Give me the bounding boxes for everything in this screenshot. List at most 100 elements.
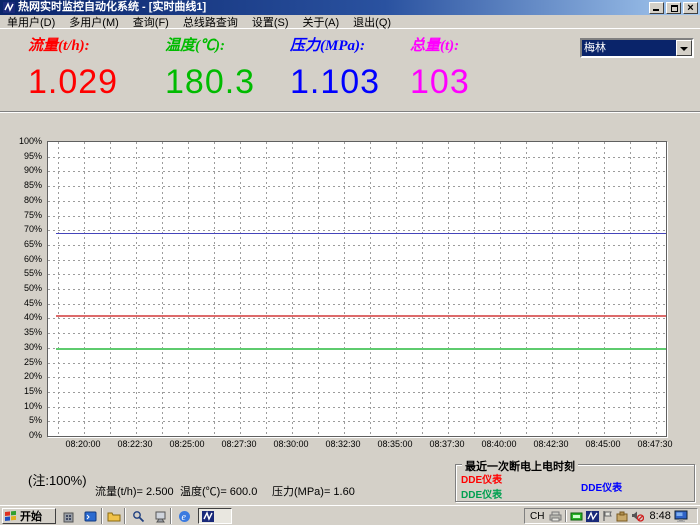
vertical-gridline — [344, 142, 345, 436]
series-line-0 — [56, 233, 667, 234]
series-line-2 — [56, 348, 667, 350]
horizontal-gridline — [48, 201, 666, 202]
station-icon[interactable] — [59, 508, 77, 524]
folder-icon[interactable] — [105, 508, 123, 524]
show-desktop-icon[interactable] — [151, 508, 169, 524]
flow-label: 流量(t/h): — [28, 34, 178, 55]
menu-item-0[interactable]: 单用户(D) — [0, 14, 62, 30]
y-axis-tick-label: 90% — [0, 166, 42, 175]
vertical-gridline — [552, 142, 553, 436]
y-axis-tick-label: 95% — [0, 152, 42, 161]
station-select-dropdown-button[interactable] — [676, 40, 692, 56]
start-button[interactable]: 开始 — [2, 508, 56, 524]
svg-text:e: e — [181, 512, 186, 523]
restore-button[interactable] — [666, 2, 681, 14]
horizontal-gridline — [48, 407, 666, 408]
power-event-groupbox: 最近一次断电上电时刻 DDE仪表 DDE仪表 DDE仪表 — [455, 464, 695, 502]
minimize-icon — [653, 9, 659, 11]
y-axis-tick-label: 20% — [0, 372, 42, 381]
y-axis-tick-label: 50% — [0, 284, 42, 293]
y-axis-tick-label: 25% — [0, 358, 42, 367]
search-icon[interactable] — [129, 508, 147, 524]
y-axis-tick-label: 0% — [0, 431, 42, 440]
y-axis-tick-label: 45% — [0, 299, 42, 308]
vertical-gridline — [370, 142, 371, 436]
vertical-gridline — [656, 142, 657, 436]
readout-flow: 流量(t/h): 1.029 — [28, 34, 178, 102]
y-axis-tick-label: 70% — [0, 225, 42, 234]
vertical-gridline — [448, 142, 449, 436]
app-tray-icon[interactable] — [586, 511, 599, 522]
y-axis-tick-label: 40% — [0, 313, 42, 322]
station-select-value[interactable]: 梅林 — [582, 40, 676, 56]
horizontal-gridline — [48, 230, 666, 231]
app-icon — [3, 2, 15, 13]
network-ok-icon[interactable] — [570, 511, 583, 522]
printer-icon[interactable] — [549, 511, 562, 522]
chevron-down-icon — [680, 47, 688, 51]
monitor-icon[interactable] — [674, 510, 688, 522]
station-select[interactable]: 梅林 — [580, 38, 694, 58]
minimize-button[interactable] — [649, 2, 664, 14]
horizontal-gridline — [48, 304, 666, 305]
taskbar-separator — [124, 508, 126, 524]
total-label: 总量(t): — [410, 34, 560, 55]
x-axis-tick-label: 08:25:00 — [169, 439, 204, 449]
vertical-gridline — [474, 142, 475, 436]
language-indicator[interactable]: CH — [528, 511, 546, 522]
series-line-1 — [56, 315, 667, 317]
menu-item-5[interactable]: 关于(A) — [296, 14, 347, 30]
restore-icon — [671, 5, 678, 12]
volume-muted-icon[interactable] — [631, 510, 644, 522]
y-axis-tick-label: 85% — [0, 181, 42, 190]
vertical-gridline — [578, 142, 579, 436]
menu-item-6[interactable]: 退出(Q) — [346, 14, 398, 30]
menu-bar: 单用户(D)多用户(M)查询(F)总线路查询设置(S)关于(A)退出(Q) — [0, 15, 700, 29]
close-button[interactable]: × — [683, 2, 698, 14]
vertical-gridline — [266, 142, 267, 436]
menu-item-1[interactable]: 多用户(M) — [62, 14, 126, 30]
horizontal-gridline — [48, 186, 666, 187]
horizontal-gridline — [48, 157, 666, 158]
vertical-gridline — [58, 142, 59, 436]
windows-logo-icon — [5, 510, 17, 522]
horizontal-gridline — [48, 377, 666, 378]
dde-meter-label-blue: DDE仪表 — [581, 479, 622, 494]
horizontal-gridline — [48, 245, 666, 246]
x-axis-tick-label: 08:22:30 — [117, 439, 152, 449]
menu-item-4[interactable]: 设置(S) — [245, 14, 296, 30]
full-scale-text-1: 温度(℃)= 600.0 — [180, 483, 257, 499]
y-axis-tick-label: 75% — [0, 211, 42, 220]
x-axis-tick-label: 08:30:00 — [273, 439, 308, 449]
readout-total: 总量(t): 103 — [410, 34, 560, 102]
horizontal-gridline — [48, 171, 666, 172]
vertical-gridline — [240, 142, 241, 436]
vertical-gridline — [604, 142, 605, 436]
horizontal-gridline — [48, 274, 666, 275]
ie-icon[interactable]: e — [175, 508, 193, 524]
tray-separator — [565, 510, 567, 522]
chart-plot-area — [47, 141, 667, 437]
dde-meter-label-green: DDE仪表 — [461, 486, 502, 501]
y-axis-tick-label: 35% — [0, 328, 42, 337]
chart-y-axis: 100%95%90%85%80%75%70%65%60%55%50%45%40%… — [0, 141, 44, 437]
horizontal-gridline — [48, 289, 666, 290]
horizontal-gridline — [48, 363, 666, 364]
vertical-gridline — [526, 142, 527, 436]
total-value: 103 — [410, 63, 560, 102]
y-axis-tick-label: 15% — [0, 387, 42, 396]
x-axis-tick-label: 08:47:30 — [637, 439, 672, 449]
terminal-icon[interactable] — [81, 508, 99, 524]
app-task-button[interactable] — [198, 508, 232, 524]
menu-item-3[interactable]: 总线路查询 — [176, 14, 245, 30]
menu-item-2[interactable]: 查询(F) — [126, 14, 176, 30]
vertical-gridline — [84, 142, 85, 436]
x-axis-tick-label: 08:35:00 — [377, 439, 412, 449]
horizontal-gridline — [48, 421, 666, 422]
full-scale-text-2: 压力(MPa)= 1.60 — [272, 483, 355, 499]
flag-icon[interactable] — [602, 510, 613, 522]
taskbar-separator — [101, 508, 103, 524]
x-axis-tick-label: 08:37:30 — [429, 439, 464, 449]
chart-x-axis: 08:20:0008:22:3008:25:0008:27:3008:30:00… — [47, 439, 687, 451]
package-icon[interactable] — [616, 511, 628, 522]
